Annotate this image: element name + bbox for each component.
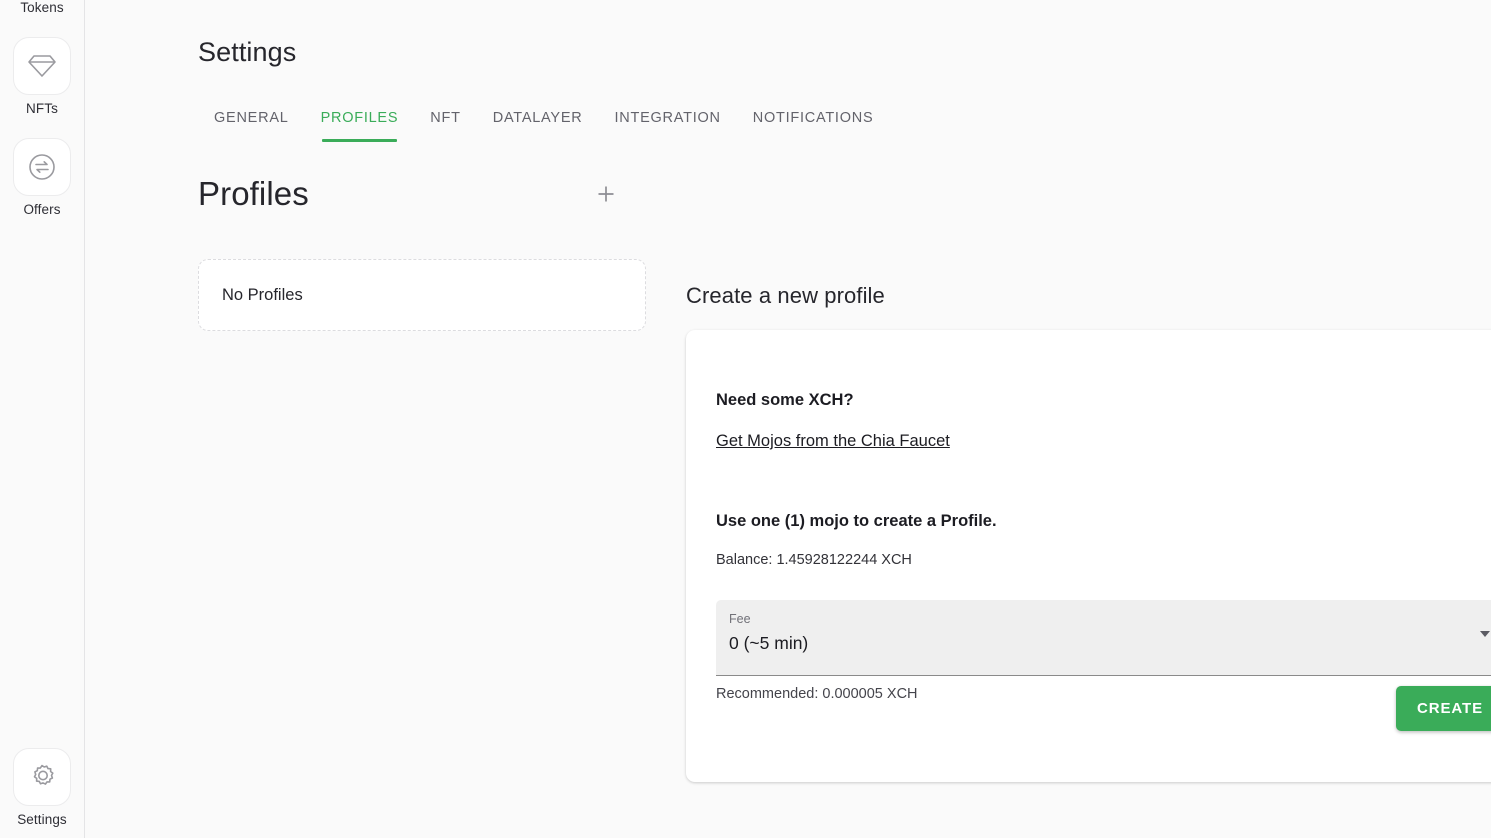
diamond-icon xyxy=(13,37,71,96)
profiles-section-title: Profiles xyxy=(198,175,309,212)
tab-integration[interactable]: INTEGRATION xyxy=(598,100,736,136)
plus-icon xyxy=(598,186,614,202)
swap-arrows-icon xyxy=(13,138,71,197)
create-button[interactable]: CREATE xyxy=(1396,686,1491,731)
main-content: Settings GENERAL PROFILES NFT DATALAYER … xyxy=(85,0,1491,838)
sidebar-nav-bottom: Settings xyxy=(0,747,84,828)
sidebar-item-nfts[interactable]: NFTs xyxy=(4,37,80,117)
profiles-header: Profiles xyxy=(198,175,648,213)
sidebar-item-label-tokens: Tokens xyxy=(20,0,64,15)
gear-icon xyxy=(13,747,71,806)
chia-faucet-link[interactable]: Get Mojos from the Chia Faucet xyxy=(716,432,950,451)
no-profiles-card: No Profiles xyxy=(198,259,646,331)
sidebar-item-offers[interactable]: Offers xyxy=(4,138,80,218)
sidebar-item-label-settings: Settings xyxy=(17,811,67,827)
chevron-down-icon[interactable] xyxy=(1480,631,1490,637)
tab-notifications[interactable]: NOTIFICATIONS xyxy=(737,100,890,136)
tab-general[interactable]: GENERAL xyxy=(198,100,305,136)
fee-selected-value: 0 (~5 min) xyxy=(729,633,809,653)
page-title: Settings xyxy=(198,37,297,68)
app-window: Tokens NFTs Offers Settings Settings GEN… xyxy=(0,0,1491,838)
sidebar-item-tokens[interactable]: Tokens xyxy=(4,0,80,16)
sidebar-item-settings[interactable]: Settings xyxy=(4,747,80,828)
sidebar-item-label-offers: Offers xyxy=(23,202,61,218)
tab-profiles[interactable]: PROFILES xyxy=(305,100,415,142)
recommended-fee-text: Recommended: 0.000005 XCH xyxy=(716,686,918,702)
settings-tabs: GENERAL PROFILES NFT DATALAYER INTEGRATI… xyxy=(198,100,889,146)
create-profile-heading: Create a new profile xyxy=(686,283,885,309)
add-profile-button[interactable] xyxy=(589,177,623,211)
tab-datalayer[interactable]: DATALAYER xyxy=(477,100,599,136)
mojo-usage-note: Use one (1) mojo to create a Profile. xyxy=(716,512,997,530)
need-xch-title: Need some XCH? xyxy=(716,391,854,409)
tab-nft[interactable]: NFT xyxy=(414,100,476,136)
sidebar-nav-top: Tokens NFTs Offers xyxy=(0,0,84,219)
balance-text: Balance: 1.45928122244 XCH xyxy=(716,552,912,568)
sidebar: Tokens NFTs Offers Settings xyxy=(0,0,85,838)
no-profiles-text: No Profiles xyxy=(222,285,303,304)
sidebar-item-label-nfts: NFTs xyxy=(26,101,58,117)
create-profile-card: Need some XCH? Get Mojos from the Chia F… xyxy=(686,330,1491,782)
fee-select[interactable]: Fee 0 (~5 min) xyxy=(716,600,1491,676)
fee-field-label: Fee xyxy=(729,612,751,626)
